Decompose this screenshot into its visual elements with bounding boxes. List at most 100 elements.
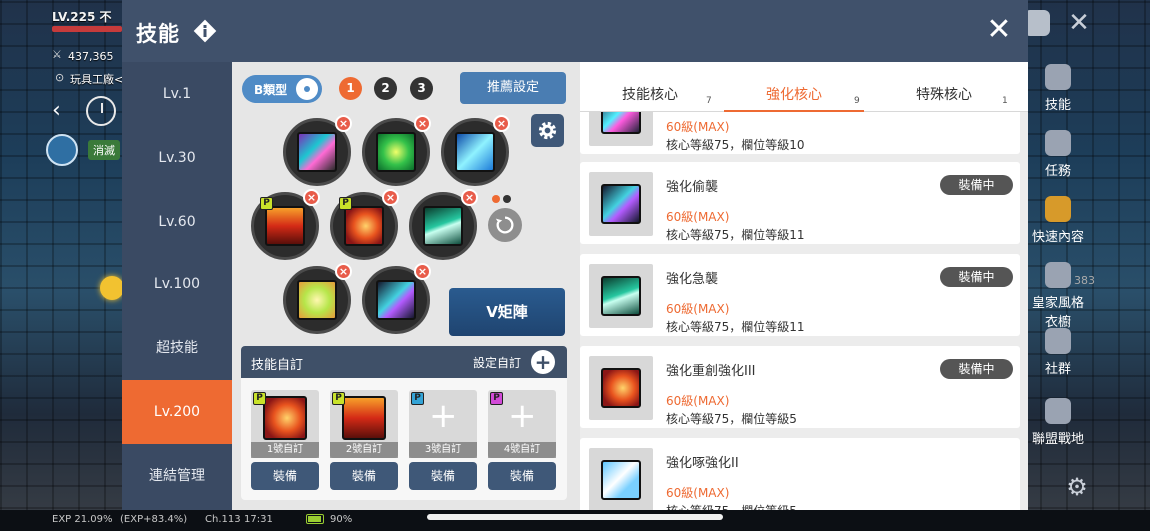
- tab-label: 強化核心: [766, 87, 822, 103]
- level-tab-200[interactable]: Lv.200: [122, 380, 232, 444]
- custom-slot-2[interactable]: P 2號自訂: [330, 390, 398, 458]
- skill-slot-7[interactable]: ×: [283, 263, 352, 334]
- page-title: 技能: [136, 22, 180, 46]
- remove-icon[interactable]: ×: [335, 115, 352, 132]
- info-icon[interactable]: [193, 19, 217, 43]
- core-card[interactable]: 強化重創強化III 裝備中 60級(MAX) 核心等級75，欄位等級5: [580, 346, 1020, 428]
- core-card[interactable]: 強化偷襲 裝備中 60級(MAX) 核心等級75，欄位等級11: [580, 162, 1020, 244]
- plus-icon: +: [508, 396, 537, 436]
- equip-button-3[interactable]: 裝備: [409, 462, 477, 490]
- skill-slot-5[interactable]: P ×: [330, 189, 399, 260]
- combat-power: 437,365: [68, 50, 114, 63]
- tab-count: 7: [706, 96, 712, 106]
- core-detail: 核心等級75，欄位等級10: [666, 138, 805, 152]
- custom-slot-3[interactable]: + P 3號自訂: [409, 390, 477, 458]
- rotate-button[interactable]: [488, 208, 522, 242]
- custom-set-label[interactable]: 設定自訂: [473, 354, 521, 371]
- remove-icon[interactable]: ×: [493, 115, 510, 132]
- side-menu-label: 皇家風格衣櫥: [1031, 296, 1084, 330]
- back-arrow-icon[interactable]: ‹: [52, 97, 74, 125]
- gear-icon[interactable]: ⚙: [1064, 474, 1090, 500]
- custom-slot-label: 2號自訂: [330, 442, 398, 458]
- tab-special-core[interactable]: 特殊核心 1: [874, 62, 1014, 112]
- level-tab-30[interactable]: Lv.30: [122, 126, 232, 190]
- equip-button-4[interactable]: 裝備: [488, 462, 556, 490]
- skill-slot-3[interactable]: ×: [441, 115, 510, 186]
- close-icon[interactable]: ✕: [1066, 10, 1092, 36]
- skill-icon: [376, 280, 416, 320]
- settings-button[interactable]: [531, 114, 564, 147]
- core-icon: [601, 112, 641, 134]
- page-dot: [503, 195, 511, 203]
- side-menu-skill[interactable]: 技能: [1030, 64, 1086, 113]
- side-menu-quick-content[interactable]: 快速內容: [1030, 196, 1086, 245]
- core-list[interactable]: 60級(MAX) 核心等級75，欄位等級10 強化偷襲 裝備中 60級(MAX)…: [580, 112, 1028, 510]
- preset-2-button[interactable]: 2: [374, 77, 397, 100]
- preset-3-button[interactable]: 3: [410, 77, 433, 100]
- skill-slot-2[interactable]: ×: [362, 115, 431, 186]
- skill-slot-6[interactable]: ×: [409, 189, 478, 260]
- custom-title: 技能自訂: [251, 358, 304, 373]
- v-matrix-button[interactable]: V矩陣: [449, 288, 565, 336]
- remove-icon[interactable]: ×: [382, 189, 399, 206]
- side-menu-union[interactable]: 聯盟戰地: [1030, 398, 1086, 447]
- side-menu-community[interactable]: 社群: [1030, 328, 1086, 377]
- skill-slot-1[interactable]: ×: [283, 115, 352, 186]
- battery-percent: 90%: [330, 514, 353, 525]
- close-button[interactable]: ✕: [982, 14, 1016, 48]
- remove-icon[interactable]: ×: [414, 115, 431, 132]
- exp-percent: EXP 21.09%: [52, 514, 113, 525]
- core-card[interactable]: 強化急襲 裝備中 60級(MAX) 核心等級75，欄位等級11: [580, 254, 1020, 336]
- equip-button-1[interactable]: 裝備: [251, 462, 319, 490]
- remove-icon[interactable]: ×: [335, 263, 352, 280]
- stamp-icon[interactable]: [46, 134, 78, 166]
- side-menu-wardrobe[interactable]: 皇家風格衣櫥: [1030, 262, 1086, 330]
- tab-skill-core[interactable]: 技能核心 7: [580, 62, 720, 112]
- custom-slot-1[interactable]: P 1號自訂: [251, 390, 319, 458]
- recommend-button[interactable]: 推薦設定: [460, 72, 566, 104]
- level-nav: Lv.1 Lv.30 Lv.60 Lv.100 超技能 Lv.200 連結管理: [122, 62, 232, 510]
- refresh-icon: [495, 216, 514, 234]
- level-tab-100[interactable]: Lv.100: [122, 252, 232, 316]
- skill-icon: [297, 280, 337, 320]
- passive-badge-icon: P: [253, 392, 266, 405]
- quick-content-icon: [1045, 196, 1071, 222]
- consume-label[interactable]: 消滅: [88, 140, 120, 160]
- custom-slot-label: 3號自訂: [409, 442, 477, 458]
- plus-icon: +: [429, 396, 458, 436]
- side-menu-quest[interactable]: 任務: [1030, 130, 1086, 179]
- battery-icon: [306, 514, 324, 524]
- remove-icon[interactable]: ×: [461, 189, 478, 206]
- community-icon: [1045, 328, 1071, 354]
- skill-icon: [263, 396, 307, 440]
- tab-label: 技能核心: [622, 87, 678, 103]
- core-card[interactable]: 強化啄強化II 60級(MAX) 核心等級75，欄位等級5: [580, 438, 1020, 510]
- remove-icon[interactable]: ×: [303, 189, 320, 206]
- skill-slot-8[interactable]: ×: [362, 263, 431, 334]
- custom-slot-label: 4號自訂: [488, 442, 556, 458]
- skill-slot-4[interactable]: P ×: [251, 189, 320, 260]
- custom-slot-4[interactable]: + P 4號自訂: [488, 390, 556, 458]
- preset-1-button[interactable]: 1: [339, 77, 362, 100]
- equip-button-2[interactable]: 裝備: [330, 462, 398, 490]
- home-indicator[interactable]: [427, 514, 723, 520]
- core-name: 強化偷襲: [666, 180, 719, 195]
- core-tabs: 技能核心 7 強化核心 9 特殊核心 1: [580, 62, 1028, 113]
- core-panel: 技能核心 7 強化核心 9 特殊核心 1 60級(MAX) 核心等級75，欄位等…: [580, 62, 1028, 510]
- level-tab-hyper[interactable]: 超技能: [122, 316, 232, 380]
- level-tab-60[interactable]: Lv.60: [122, 190, 232, 254]
- remove-icon[interactable]: ×: [414, 263, 431, 280]
- type-toggle[interactable]: B類型: [242, 75, 322, 103]
- core-card[interactable]: 60級(MAX) 核心等級75，欄位等級10: [580, 112, 1020, 154]
- add-custom-button[interactable]: +: [531, 350, 555, 374]
- clock-icon[interactable]: [86, 96, 116, 126]
- skill-icon: [1045, 64, 1071, 90]
- passive-badge-icon: P: [411, 392, 424, 405]
- level-tab-1[interactable]: Lv.1: [122, 62, 232, 126]
- tab-enhance-core[interactable]: 強化核心 9: [724, 62, 864, 113]
- level-tab-link[interactable]: 連結管理: [122, 444, 232, 508]
- union-icon: [1045, 398, 1071, 424]
- core-icon: [601, 184, 641, 224]
- core-thumbnail: [589, 172, 653, 236]
- map-location[interactable]: 玩具工廠<: [70, 71, 123, 87]
